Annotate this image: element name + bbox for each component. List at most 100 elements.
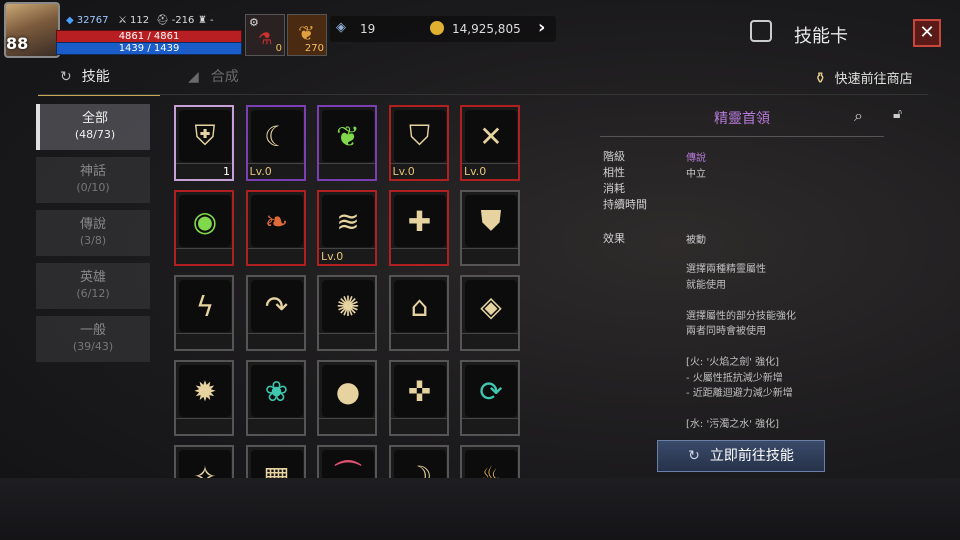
detail-description-line: 就能使用 [686,279,726,291]
skill-card[interactable]: ✕ Lv.0 [460,105,520,181]
skill-card[interactable]: ❀ [245,360,306,436]
cycle-arrows-icon: ⟳ [465,365,517,417]
swirl-icon: ↻ [688,448,700,464]
currency-bar: ◈ 19 14,925,805 [330,16,556,42]
feather-count: 270 [304,43,324,54]
sword-icon: ⚔ [118,15,127,26]
skill-card[interactable]: ● [317,360,377,436]
skill-card[interactable]: ≋ Lv.0 [317,190,377,266]
detail-description-line: [火: '火焰之劍' 強化] [686,357,780,368]
skill-card-level: Lv.0 [462,163,518,179]
skill-card-level [462,333,518,349]
power-icon: ◆ [66,15,74,26]
skill-card-level [176,248,232,264]
skill-card[interactable]: ✚ [388,190,449,266]
close-button[interactable]: ✕ [913,19,941,47]
wing-icon: ≋ [322,195,374,247]
shield-icon: ⛊ [465,195,517,247]
skill-card[interactable]: ϟ [174,275,234,351]
skill-card-level [462,418,518,434]
curved-arrow-icon: ↷ [250,280,303,332]
money-bag-icon: ⚱ [814,69,827,87]
orb-spring-icon: ● [322,365,374,417]
elemental-shield-icon: ⛨ [179,110,231,162]
mp-bar: 1439 / 1439 [56,42,242,55]
skill-card[interactable]: ⛨ 1 [174,105,234,181]
skill-card[interactable]: ✜ [388,360,449,436]
defense-value: -216 [171,15,195,26]
skill-card-icon [750,20,772,42]
trophy-value: - [209,15,214,26]
quick-slot-potion[interactable]: ⚙ ⚗ 0 [245,14,285,56]
skill-card[interactable]: ◈ [460,275,520,351]
skill-card[interactable]: ⟳ [460,360,520,436]
tab-skills[interactable]: ↻ 技能 [38,64,160,96]
skill-card-level: 1 [176,163,232,179]
filter-item[interactable]: 傳說 (3/8) [36,210,150,256]
lightning-icon: ϟ [179,280,231,332]
skill-card[interactable]: ↷ [245,275,306,351]
quick-slot-feather[interactable]: ❦ 270 [287,14,327,56]
detail-field-key: 效果 [603,232,625,245]
crossed-arrows-icon: ✕ [465,110,517,162]
detail-description-line: 選擇屬性的部分技能強化 [686,310,796,322]
skill-card-level [247,333,304,349]
filter-label: 英雄 [79,270,106,285]
crystal-value: 19 [360,22,376,36]
chevron-right-icon[interactable]: › [538,17,545,38]
gold-value: 14,925,805 [452,22,521,36]
skill-card[interactable]: ⛊ [460,190,520,266]
skill-card[interactable]: ❦ [317,105,377,181]
hp-text: 4861 / 4861 [118,31,180,42]
power-value: 32767 [76,15,109,26]
skill-card[interactable]: ◉ [174,190,234,266]
search-icon[interactable]: ⌕ [854,106,863,126]
skill-card[interactable]: ☾ Lv.0 [245,105,306,181]
shop-link[interactable]: ⚱ 快速前往商店 [814,64,913,94]
skill-card[interactable]: ⛉ Lv.0 [388,105,449,181]
detail-field-key: 相性 [603,166,625,179]
go-to-skill-button[interactable]: ↻ 立即前往技能 [657,440,825,472]
detail-field-key: 消耗 [603,182,625,195]
skill-card-level [176,333,232,349]
defense-stat: ⛑ -216 [156,14,194,28]
detail-description-line: 選擇兩種精靈屬性 [686,264,766,275]
swirl-icon: ↻ [60,69,72,85]
tab-skills-label: 技能 [81,69,110,85]
skill-card-level [319,418,375,434]
potion-count: 0 [275,43,282,54]
compose-icon: ◢ [188,69,199,85]
detail-description-line: - 火屬性抵抗減少新增 [686,372,783,384]
filter-item[interactable]: 英雄 (6/12) [36,263,150,309]
go-to-skill-label: 立即前往技能 [709,448,794,464]
filter-item[interactable]: 全部 (48/73) [36,104,150,150]
skill-card-level [319,333,375,349]
target-totem-icon: ✜ [393,365,446,417]
detail-divider [600,136,884,137]
tab-compose[interactable]: ◢ 合成 [188,64,288,94]
top-bar: 88 ◆ 32767 ⚔ 112 ⛑ -216 ♜ - 4861 / 4861 1439… [0,0,960,62]
feather-wing-icon: ❧ [250,195,303,247]
skill-card[interactable]: ⌂ [388,275,449,351]
vortex-icon: ✹ [179,365,231,417]
lock-icon[interactable]: 🔓︎ [893,106,902,122]
close-icon: ✕ [919,22,935,43]
trophy-stat: ♜ - [198,14,214,28]
filter-item[interactable]: 一般 (39/43) [36,316,150,362]
skill-card[interactable]: ✹ [174,360,234,436]
skill-card[interactable]: ❧ [245,190,306,266]
gold-icon [430,21,444,35]
skill-card-level [390,248,447,264]
skill-card[interactable]: ✺ [317,275,377,351]
leaf-slash-icon: ❀ [250,365,303,417]
filter-count: (48/73) [74,128,116,141]
skill-card-level [462,248,518,264]
tab-compose-label: 合成 [210,69,239,85]
filter-count: (6/12) [76,287,110,300]
eye-icon: ◈ [465,280,517,332]
mp-text: 1439 / 1439 [118,43,180,54]
bow-shield-icon: ⛉ [393,110,446,162]
filter-item[interactable]: 神話 (0/10) [36,157,150,203]
skill-card-level: Lv.0 [319,248,375,264]
skill-card-level [176,418,232,434]
